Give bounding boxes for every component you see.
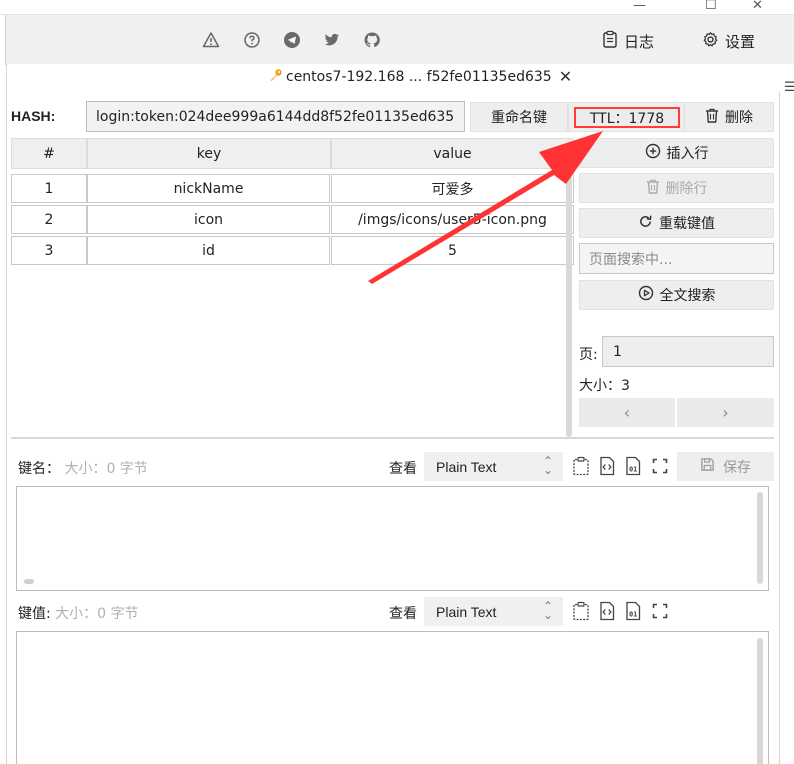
delete-key-button[interactable]: 删除 [684, 102, 774, 132]
rename-key-button[interactable]: 重命名键 [470, 102, 568, 132]
code-file-icon[interactable] [597, 601, 617, 621]
row-3-key[interactable]: id [87, 236, 330, 265]
tab-bar: centos7-192.168 ... f52fe01135ed635 ✕ [6, 64, 780, 92]
sidebar-edge [0, 15, 6, 65]
page-search-input[interactable]: 页面搜索中... [579, 243, 774, 274]
tab-title: centos7-192.168 ... f52fe01135ed635 [286, 68, 552, 85]
full-text-search-label: 全文搜索 [659, 288, 716, 304]
page-number-input[interactable]: 1 [602, 336, 774, 367]
key-name-input[interactable]: login:token:024dee999a6144dd8f52fe01135e… [86, 101, 465, 132]
row-3-index[interactable]: 3 [11, 236, 87, 265]
maximize-button[interactable]: ☐ [705, 0, 717, 13]
column-header-index[interactable]: # [11, 138, 87, 169]
log-label: 日志 [624, 32, 655, 51]
value-view-label: 查看 [389, 606, 417, 622]
fullscreen-icon[interactable] [650, 601, 670, 621]
key-view-label: 查看 [389, 461, 417, 477]
close-window-button[interactable]: ✕ [752, 0, 763, 13]
minimize-button[interactable]: — [633, 0, 646, 13]
rename-key-label: 重命名键 [491, 110, 547, 126]
key-format-value: Plain Text [436, 458, 497, 475]
next-page-button[interactable]: › [677, 398, 774, 427]
gear-icon [702, 31, 719, 52]
value-editor-scrollbar[interactable] [757, 638, 763, 764]
save-label: 保存 [723, 459, 751, 476]
table-scrollbar[interactable] [566, 175, 572, 437]
save-button[interactable]: 保存 [677, 452, 774, 481]
settings-label: 设置 [725, 32, 756, 51]
chevron-left-icon: ‹ [623, 403, 631, 422]
fullscreen-icon[interactable] [650, 456, 670, 476]
save-icon [700, 457, 715, 476]
value-editor-size: 大小：0 字节 [55, 606, 139, 622]
key-editor-scrollbar[interactable] [757, 492, 763, 584]
row-3-value[interactable]: 5 [331, 236, 574, 265]
row-1-key[interactable]: nickName [87, 174, 330, 203]
binary-file-icon[interactable]: 01 [623, 456, 643, 476]
ttl-value: TTL：1778 [574, 107, 680, 128]
code-file-icon[interactable] [597, 456, 617, 476]
log-button[interactable]: 日志 [602, 29, 654, 53]
github-icon[interactable] [362, 30, 382, 50]
updown-chevron-icon: ⌃ ⌄ [542, 454, 553, 477]
row-2-index[interactable]: 2 [11, 205, 87, 234]
close-tab-icon[interactable]: ✕ [559, 67, 572, 86]
top-toolbar: 日志 设置 [0, 14, 794, 65]
hamburger-icon[interactable]: ☰ [784, 80, 794, 95]
delete-row-label: 删除行 [665, 181, 708, 197]
panel-splitter[interactable] [11, 437, 774, 439]
reload-button[interactable]: 重载键值 [579, 208, 774, 238]
delete-row-button[interactable]: 删除行 [579, 173, 774, 203]
key-name-editor[interactable] [16, 486, 769, 591]
twitter-icon[interactable] [322, 30, 342, 50]
clipboard-list-icon [602, 30, 618, 52]
reload-label: 重载键值 [659, 216, 715, 232]
key-type-label: HASH: [11, 108, 56, 124]
column-header-value[interactable]: value [331, 138, 574, 169]
chevron-right-icon: › [722, 403, 729, 422]
help-icon[interactable] [242, 30, 262, 50]
value-editor-title: 键值: [18, 606, 51, 622]
value-format-value: Plain Text [436, 603, 497, 620]
key-format-select[interactable]: Plain Text ⌃ ⌄ [424, 452, 563, 481]
svg-text:01: 01 [629, 611, 637, 619]
key-editor-title: 键名： [18, 461, 60, 477]
clipboard-icon[interactable] [571, 601, 591, 621]
page-label: 页: [579, 347, 598, 363]
warning-icon[interactable] [201, 30, 221, 50]
row-1-value[interactable]: 可爱多 [331, 174, 574, 203]
updown-chevron-icon: ⌃ ⌄ [542, 599, 553, 622]
row-count-label: 大小：3 [579, 378, 630, 394]
key-icon [269, 68, 283, 86]
title-bar: — ☐ ✕ [0, 0, 794, 14]
plus-circle-icon [645, 143, 661, 163]
row-1-index[interactable]: 1 [11, 174, 87, 203]
trash-icon [705, 108, 719, 127]
value-editor-label: 键值: 大小：0 字节 [18, 603, 139, 623]
row-2-value[interactable]: /imgs/icons/user5-icon.png [331, 205, 574, 234]
column-header-key[interactable]: key [87, 138, 331, 169]
delete-key-label: 删除 [725, 110, 753, 126]
settings-button[interactable]: 设置 [702, 29, 755, 53]
key-editor-hscrollbar[interactable] [24, 579, 34, 584]
prev-page-button[interactable]: ‹ [579, 398, 675, 427]
insert-row-button[interactable]: 插入行 [579, 138, 774, 168]
refresh-icon [638, 214, 653, 233]
telegram-icon[interactable] [282, 30, 302, 50]
tab-connection[interactable]: centos7-192.168 ... f52fe01135ed635 ✕ [269, 67, 572, 86]
key-editor-label: 键名： 大小：0 字节 [18, 458, 148, 478]
row-2-key[interactable]: icon [87, 205, 330, 234]
value-format-select[interactable]: Plain Text ⌃ ⌄ [424, 597, 563, 626]
clipboard-icon[interactable] [571, 456, 591, 476]
full-text-search-button[interactable]: 全文搜索 [579, 280, 774, 310]
key-editor-size: 大小：0 字节 [64, 461, 148, 477]
svg-text:01: 01 [629, 466, 637, 474]
insert-row-label: 插入行 [666, 146, 709, 162]
value-editor[interactable] [16, 631, 769, 764]
trash-icon [646, 179, 660, 198]
binary-file-icon[interactable]: 01 [623, 601, 643, 621]
play-circle-icon [638, 285, 654, 305]
